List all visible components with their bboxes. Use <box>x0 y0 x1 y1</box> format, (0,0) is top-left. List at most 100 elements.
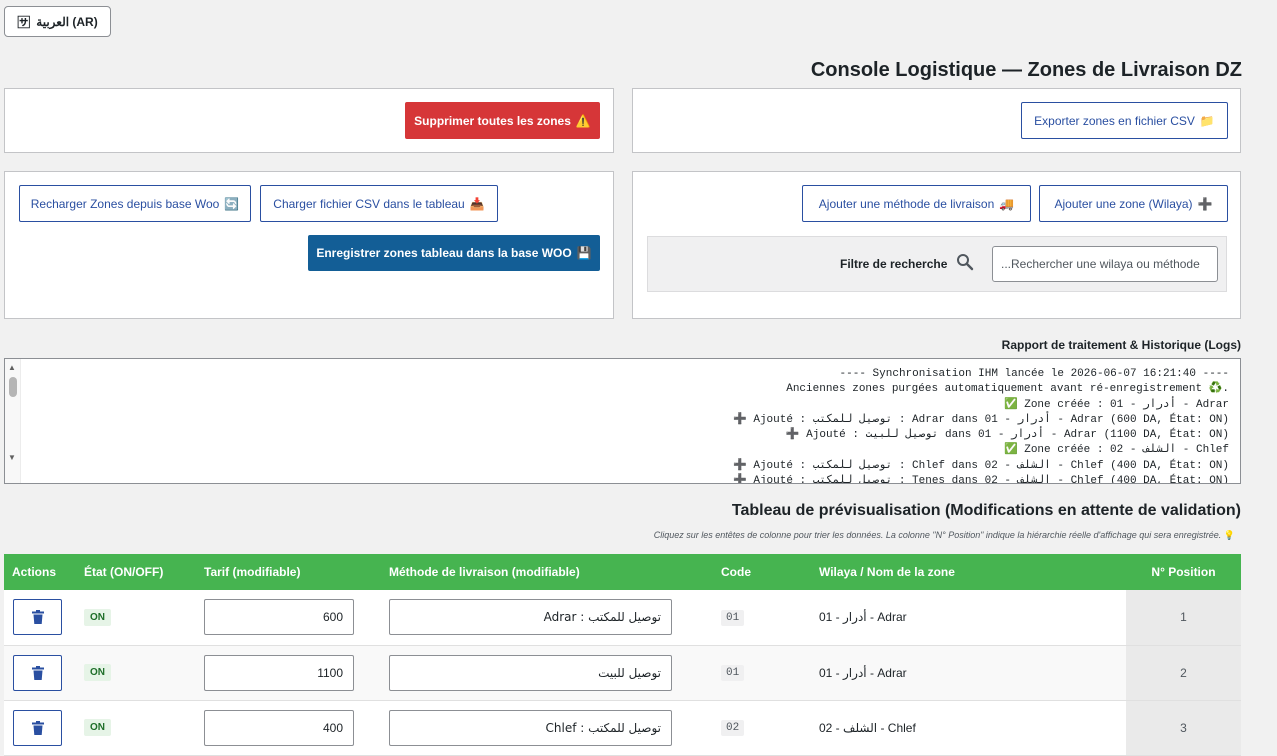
truck-icon: 🚚 <box>999 196 1015 211</box>
wilaya-cell: 02 - الشلف - Chlef <box>811 700 1126 756</box>
log-line: ✅ Zone créée : 02 - الشلف - Chlef <box>1003 444 1229 457</box>
add-method-label: Ajouter une méthode de livraison <box>818 196 995 211</box>
lightbulb-icon: 💡 <box>1223 530 1235 540</box>
export-csv-label: Exporter zones en fichier CSV <box>1034 113 1195 128</box>
column-header-code[interactable]: Code <box>713 554 811 590</box>
code-cell: 01 <box>713 645 811 701</box>
delete-row-button[interactable] <box>13 709 62 746</box>
language-button-label: العربية (AR) <box>36 14 98 29</box>
code-cell: 01 <box>713 590 811 646</box>
actions-cell <box>4 645 76 701</box>
search-filter-box: Filtre de recherche <box>647 236 1227 292</box>
column-header-wilaya[interactable]: Wilaya / Nom de la zone <box>811 554 1126 590</box>
wilaya-cell: 01 - أدرار - Adrar <box>811 590 1126 646</box>
method-input[interactable] <box>389 599 672 636</box>
plus-icon: ➕ <box>1197 196 1213 211</box>
logs-lines: ---- Synchronisation IHM lancée le 2026-… <box>733 367 1229 483</box>
save-woo-label: Enregistrer zones tableau dans la base W… <box>316 246 572 260</box>
column-header-position[interactable]: N° Position <box>1126 554 1241 590</box>
state-toggle[interactable]: ON <box>84 608 111 626</box>
trash-icon <box>31 610 44 625</box>
load-csv-label: Charger fichier CSV dans le tableau <box>273 196 465 211</box>
delete-all-zones-button[interactable]: Supprimer toutes les zones ⚠️ <box>405 102 600 139</box>
trash-icon <box>31 720 44 735</box>
load-csv-button[interactable]: Charger fichier CSV dans le tableau 📥 <box>260 185 498 222</box>
page-title: Console Logistique — Zones de Livraison … <box>810 59 1242 81</box>
table-row: ON 02 02 - الشلف - Chlef 3 <box>4 700 1241 756</box>
delete-row-button[interactable] <box>13 599 62 636</box>
logs-scrollbar[interactable]: ▲ ▼ <box>5 359 21 483</box>
logs-title: Rapport de traitement & Historique (Logs… <box>1001 338 1241 352</box>
method-cell <box>381 645 713 701</box>
tarif-input[interactable] <box>204 654 354 691</box>
position-cell: 2 <box>1126 645 1241 701</box>
state-cell: ON <box>76 645 196 701</box>
export-csv-button[interactable]: Exporter zones en fichier CSV 📁 <box>1021 102 1228 139</box>
state-cell: ON <box>76 700 196 756</box>
log-line: Anciennes zones purgées automatiquement … <box>786 383 1229 396</box>
log-line: ➕ Ajouté : توصيل للمكتب : Chlef dans 02 … <box>733 459 1229 472</box>
column-header-tarif[interactable]: Tarif (modifiable) <box>196 554 381 590</box>
method-input[interactable] <box>389 654 672 691</box>
preview-hint: Cliquez sur les entêtes de colonne pour … <box>654 530 1235 541</box>
tarif-cell <box>196 590 381 646</box>
method-cell <box>381 590 713 646</box>
export-panel: Exporter zones en fichier CSV 📁 <box>632 88 1241 153</box>
reload-woo-button[interactable]: Recharger Zones depuis base Woo 🔄 <box>19 185 251 222</box>
column-header-actions[interactable]: Actions <box>4 554 76 590</box>
actions-cell <box>4 590 76 646</box>
wilaya-cell: 01 - أدرار - Adrar <box>811 645 1126 701</box>
language-toggle-button[interactable]: 🈂 العربية (AR) <box>4 6 111 37</box>
log-line: ---- Synchronisation IHM lancée le 2026-… <box>839 368 1229 380</box>
position-cell: 3 <box>1126 700 1241 756</box>
search-icon <box>957 254 974 271</box>
add-panel: Ajouter une méthode de livraison 🚚 Ajout… <box>632 171 1241 319</box>
inbox-tray-icon: 📥 <box>469 196 485 211</box>
trash-icon <box>31 665 44 680</box>
delete-row-button[interactable] <box>13 654 62 691</box>
actions-cell <box>4 700 76 756</box>
translate-icon: 🈂 <box>17 15 31 30</box>
preview-title: Tableau de prévisualisation (Modificatio… <box>731 502 1241 519</box>
filter-label: Filtre de recherche <box>840 257 948 271</box>
column-header-state[interactable]: État (ON/OFF) <box>76 554 196 590</box>
code-cell: 02 <box>713 700 811 756</box>
preview-hint-text: Cliquez sur les entêtes de colonne pour … <box>653 530 1222 540</box>
tarif-input[interactable] <box>204 599 354 636</box>
add-zone-button[interactable]: Ajouter une zone (Wilaya) ➕ <box>1039 185 1228 222</box>
add-method-button[interactable]: Ajouter une méthode de livraison 🚚 <box>802 185 1031 222</box>
code-tag: 01 <box>721 665 745 681</box>
position-cell: 1 <box>1126 590 1241 646</box>
code-tag: 01 <box>721 609 745 626</box>
sync-panel: Recharger Zones depuis base Woo 🔄 Charge… <box>4 171 614 319</box>
state-toggle[interactable]: ON <box>84 664 111 681</box>
tarif-cell <box>196 645 381 701</box>
zones-table: Actions État (ON/OFF) Tarif (modifiable)… <box>4 554 1241 756</box>
state-toggle[interactable]: ON <box>84 719 111 736</box>
scroll-thumb[interactable] <box>9 377 17 397</box>
column-header-method[interactable]: Méthode de livraison (modifiable) <box>381 554 713 590</box>
refresh-icon: 🔄 <box>224 196 240 211</box>
scroll-down-icon[interactable]: ▼ <box>8 453 16 462</box>
log-line: ➕ Ajouté : توصيل للبيت dans 01 - أدرار -… <box>785 429 1229 442</box>
logs-textarea[interactable]: ▲ ▼ ---- Synchronisation IHM lancée le 2… <box>4 358 1241 484</box>
tarif-input[interactable] <box>204 709 354 746</box>
method-cell <box>381 700 713 756</box>
delete-all-label: Supprimer toutes les zones <box>414 113 571 128</box>
table-row: ON 01 01 - أدرار - Adrar 2 <box>4 645 1241 701</box>
reload-woo-label: Recharger Zones depuis base Woo <box>30 196 220 211</box>
log-line: ✅ Zone créée : 01 - أدرار - Adrar <box>1003 398 1229 411</box>
scroll-up-icon[interactable]: ▲ <box>8 363 16 372</box>
search-input[interactable] <box>992 246 1218 282</box>
folder-icon: 📁 <box>1199 113 1215 128</box>
code-tag: 02 <box>721 720 745 736</box>
log-line: ➕ Ajouté : توصيل للمكتب : Adrar dans 01 … <box>733 413 1229 426</box>
method-input[interactable] <box>389 709 672 746</box>
delete-panel: Supprimer toutes les zones ⚠️ <box>4 88 614 153</box>
save-woo-button[interactable]: Enregistrer zones tableau dans la base W… <box>308 235 600 271</box>
add-zone-label: Ajouter une zone (Wilaya) <box>1054 196 1193 211</box>
floppy-disk-icon: 💾 <box>576 246 592 260</box>
warning-icon: ⚠️ <box>575 113 591 128</box>
table-header-row: Actions État (ON/OFF) Tarif (modifiable)… <box>4 554 1241 590</box>
table-row: ON 01 01 - أدرار - Adrar 1 <box>4 590 1241 646</box>
